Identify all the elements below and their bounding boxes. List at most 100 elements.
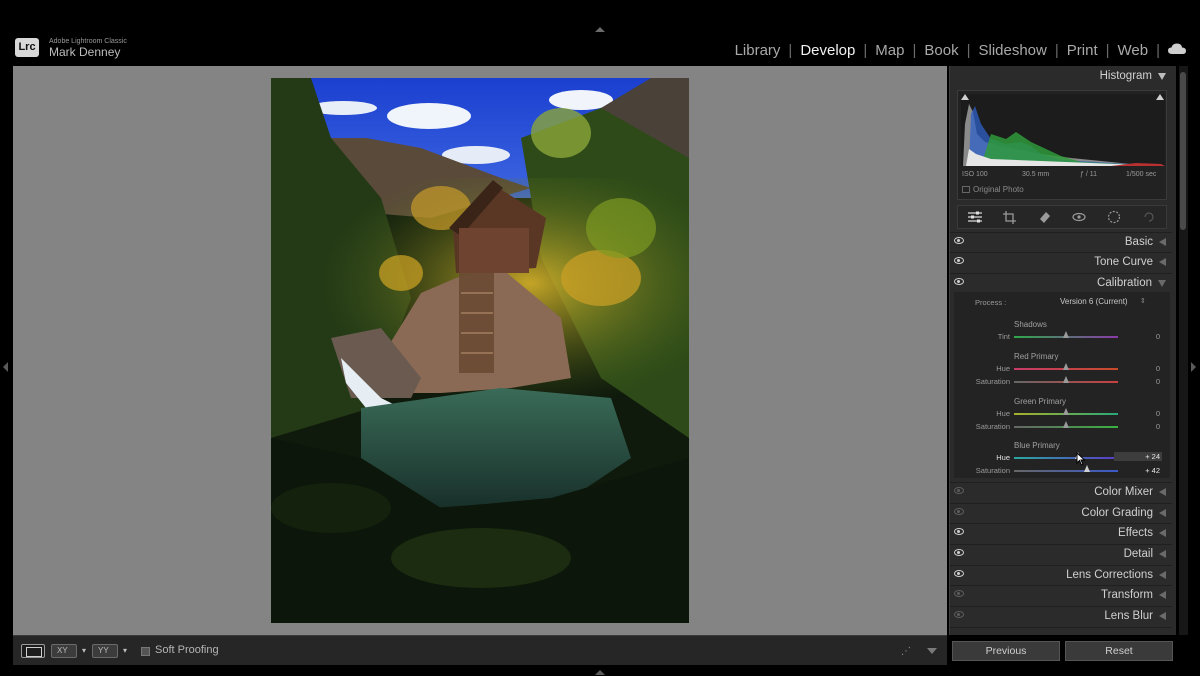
eye-icon[interactable] <box>954 570 964 577</box>
bottom-panel-collapse-arrow[interactable] <box>595 670 605 675</box>
collapse-down-icon <box>1158 279 1166 287</box>
highlight-clipping-icon[interactable] <box>1156 94 1164 100</box>
soft-proofing-checkbox[interactable] <box>141 647 150 656</box>
eye-icon[interactable] <box>954 611 964 618</box>
loupe-view-button[interactable] <box>21 644 45 658</box>
eye-icon[interactable] <box>954 237 964 244</box>
slider-value[interactable]: + 24 <box>1114 452 1162 461</box>
toolbar-options-icon[interactable]: ⋰ <box>901 646 911 657</box>
iso-value: ISO 100 <box>962 171 988 178</box>
eye-icon[interactable] <box>954 590 964 597</box>
process-select[interactable]: Version 6 (Current) <box>1060 297 1128 306</box>
slider-value[interactable]: 0 <box>1114 377 1162 386</box>
eraser-icon[interactable] <box>1035 207 1055 227</box>
sliders-icon[interactable] <box>965 207 985 227</box>
panel-basic-label: Basic <box>1124 236 1153 248</box>
slider-value[interactable]: 0 <box>1114 422 1162 431</box>
panel-transform-label: Transform <box>1101 589 1153 601</box>
collapse-down-icon <box>1158 72 1166 80</box>
histogram[interactable]: ISO 100 30.5 mm ƒ / 11 1/500 sec Origina… <box>957 90 1167 200</box>
slider-thumb[interactable] <box>1062 376 1069 383</box>
left-panel-collapse-arrow[interactable] <box>3 362 8 372</box>
slider-thumb[interactable] <box>1062 421 1069 428</box>
module-web[interactable]: Web <box>1110 42 1157 59</box>
mask-icon[interactable] <box>1104 207 1124 227</box>
original-photo-checkbox[interactable] <box>962 186 970 193</box>
module-library[interactable]: Library <box>727 42 789 59</box>
panel-color-mixer-label: Color Mixer <box>1094 486 1153 498</box>
collapse-left-icon <box>1159 571 1166 579</box>
panel-effects[interactable]: Effects <box>950 523 1172 543</box>
slider-label: Tint <box>997 332 1010 341</box>
panel-detail[interactable]: Detail <box>950 544 1172 564</box>
process-label: Process : <box>975 298 1007 307</box>
histogram-header[interactable]: Histogram <box>950 66 1172 86</box>
shadow-clipping-icon[interactable] <box>961 94 969 100</box>
soft-proofing-label[interactable]: Soft Proofing <box>155 644 219 656</box>
survey-dropdown-icon[interactable]: ▾ <box>123 646 127 655</box>
toolbar-menu-icon[interactable] <box>927 648 937 654</box>
panel-lens-blur[interactable]: Lens Blur <box>950 606 1172 626</box>
eye-icon[interactable] <box>954 257 964 264</box>
shutter-speed: 1/500 sec <box>1126 171 1157 178</box>
eye-icon[interactable] <box>954 528 964 535</box>
slider-thumb[interactable] <box>1062 408 1069 415</box>
module-slideshow[interactable]: Slideshow <box>970 42 1054 59</box>
panel-tone-curve-label: Tone Curve <box>1094 256 1153 268</box>
slider-value[interactable]: + 42 <box>1114 466 1162 475</box>
module-map[interactable]: Map <box>867 42 912 59</box>
previous-button[interactable]: Previous <box>952 641 1060 661</box>
collapse-left-icon <box>1159 591 1166 599</box>
group-shadows: Shadows <box>1014 320 1047 329</box>
collapse-left-icon <box>1159 488 1166 496</box>
eye-icon[interactable] <box>954 278 964 285</box>
group-green-primary: Green Primary <box>1014 397 1067 406</box>
panel-basic[interactable]: Basic <box>950 232 1172 252</box>
panel-tone-curve[interactable]: Tone Curve <box>950 252 1172 272</box>
compare-dropdown-icon[interactable]: ▾ <box>82 646 86 655</box>
top-panel-collapse-arrow[interactable] <box>595 27 605 32</box>
slider-thumb[interactable] <box>1062 363 1069 370</box>
cloud-icon[interactable] <box>1168 42 1186 59</box>
eye-icon[interactable] <box>954 508 964 515</box>
blue-saturation-slider[interactable] <box>1014 470 1118 472</box>
survey-view-button[interactable]: YY <box>92 644 118 658</box>
panel-color-mixer[interactable]: Color Mixer <box>950 482 1172 502</box>
slider-thumb[interactable] <box>1084 465 1091 472</box>
eye-icon[interactable] <box>954 549 964 556</box>
process-select-arrows-icon[interactable]: ⇕ <box>1140 297 1146 305</box>
module-book[interactable]: Book <box>916 42 966 59</box>
collapse-left-icon <box>1159 509 1166 517</box>
original-photo-label: Original Photo <box>973 185 1024 194</box>
histogram-graph <box>961 94 1165 166</box>
photo-preview[interactable] <box>271 78 689 623</box>
module-print[interactable]: Print <box>1059 42 1106 59</box>
module-develop[interactable]: Develop <box>792 42 863 59</box>
reset-button[interactable]: Reset <box>1065 641 1173 661</box>
slider-label: Saturation <box>975 377 1010 386</box>
blue-hue-slider[interactable] <box>1014 457 1118 459</box>
tool-strip <box>957 205 1167 229</box>
right-panel-collapse-arrow[interactable] <box>1191 362 1196 372</box>
crop-icon[interactable] <box>1000 207 1020 227</box>
slider-label: Hue <box>996 409 1010 418</box>
slider-value[interactable]: 0 <box>1114 409 1162 418</box>
slider-value[interactable]: 0 <box>1114 364 1162 373</box>
panel-lens-corrections[interactable]: Lens Corrections <box>950 565 1172 585</box>
aperture: ƒ / 11 <box>1080 171 1097 178</box>
panel-color-grading[interactable]: Color Grading <box>950 503 1172 523</box>
slider-value[interactable]: 0 <box>1114 332 1162 341</box>
collapse-left-icon <box>1159 612 1166 620</box>
panel-transform[interactable]: Transform <box>950 585 1172 605</box>
redeye-icon[interactable] <box>1069 207 1089 227</box>
compare-view-button[interactable]: XY <box>51 644 77 658</box>
slider-thumb[interactable] <box>1062 331 1069 338</box>
panel-calibration[interactable]: Calibration <box>950 273 1172 293</box>
eye-icon[interactable] <box>954 487 964 494</box>
reset-icon[interactable] <box>1139 207 1159 227</box>
panel-calibration-label: Calibration <box>1097 277 1152 289</box>
slider-label: Saturation <box>975 422 1010 431</box>
panel-color-grading-label: Color Grading <box>1081 507 1153 519</box>
scrollbar-thumb[interactable] <box>1180 72 1186 230</box>
panel-detail-label: Detail <box>1123 548 1153 560</box>
